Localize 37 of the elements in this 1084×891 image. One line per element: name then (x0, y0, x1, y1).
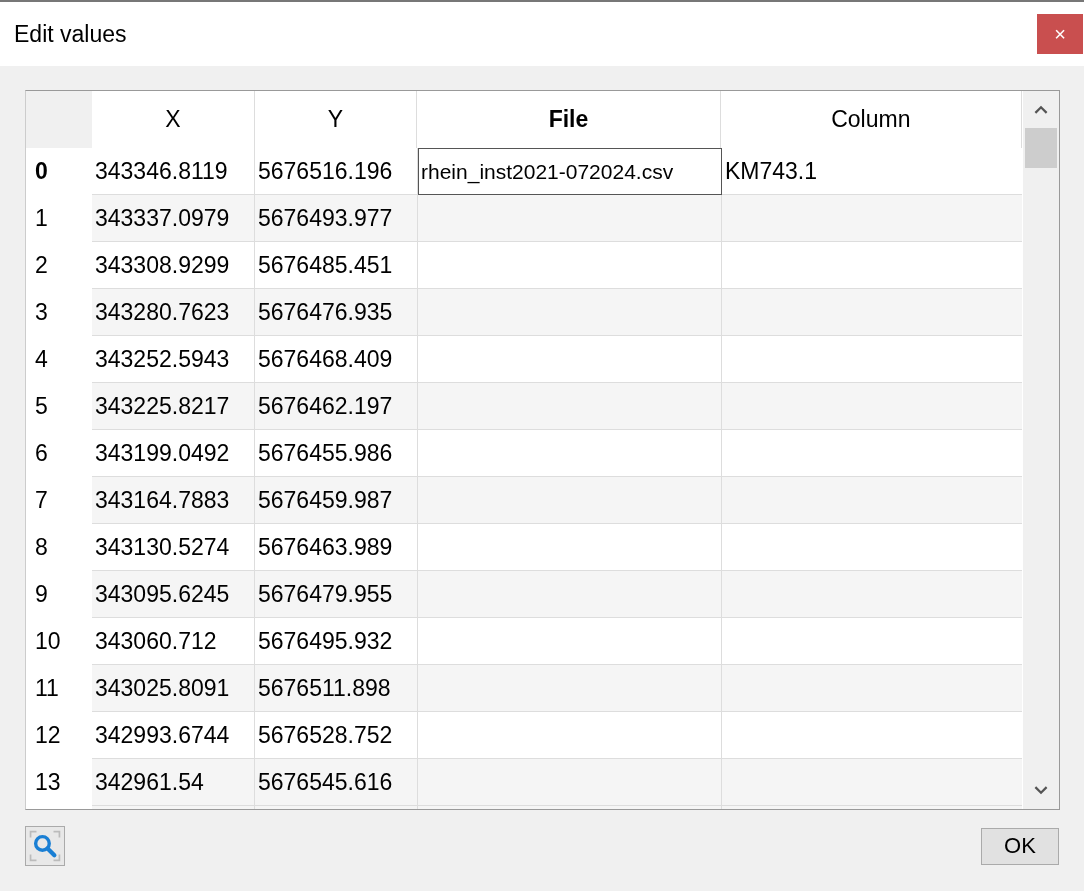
zoom-button[interactable] (25, 826, 65, 866)
table-cell: 5676462.197 (255, 383, 418, 430)
cell-editor-field[interactable]: rhein_inst2021-072024.csv (418, 148, 722, 195)
table-cell: 5676493.977 (255, 195, 418, 242)
table-cell: 5676455.986 (255, 430, 418, 477)
header-corner (26, 91, 92, 148)
table-cell: 342961.54 (92, 759, 255, 806)
table-cell: 5676511.898 (255, 665, 418, 712)
table-cell: 343308.9299 (92, 242, 255, 289)
table-cell: 343060.712 (92, 618, 255, 665)
table-cell: 343164.7883 (92, 477, 255, 524)
table-cell: 5676479.955 (255, 571, 418, 618)
table-cell: 343130.5274 (92, 524, 255, 571)
table-cell: 343199.0492 (92, 430, 255, 477)
table-cell: 343025.8091 (92, 665, 255, 712)
table-cell: 343280.7623 (92, 289, 255, 336)
table-cell: 5676528.752 (255, 712, 418, 759)
table-cell: 343225.8217 (92, 383, 255, 430)
scrollbar-thumb[interactable] (1025, 128, 1057, 168)
window-title: Edit values (14, 20, 127, 48)
ok-button[interactable]: OK (981, 827, 1059, 865)
close-button[interactable]: × (1037, 14, 1083, 54)
table-cell: 5676459.987 (255, 477, 418, 524)
table-cell: 5676545.616 (255, 759, 418, 806)
table-cell: 5676495.932 (255, 618, 418, 665)
table-cell: 5676516.196 (255, 148, 418, 195)
magnifier-icon (28, 829, 62, 863)
table-cell: 5676485.451 (255, 242, 418, 289)
table-cell: 5676476.935 (255, 289, 418, 336)
table-cell: 343337.0979 (92, 195, 255, 242)
table-cell: 342993.6744 (92, 712, 255, 759)
table-cell: 5676463.989 (255, 524, 418, 571)
table-cell: 343095.6245 (92, 571, 255, 618)
table-cell: 343346.8119 (92, 148, 255, 195)
vertical-scrollbar[interactable] (1022, 91, 1059, 809)
table-cell: 343252.5943 (92, 336, 255, 383)
table-cell: 5676468.409 (255, 336, 418, 383)
